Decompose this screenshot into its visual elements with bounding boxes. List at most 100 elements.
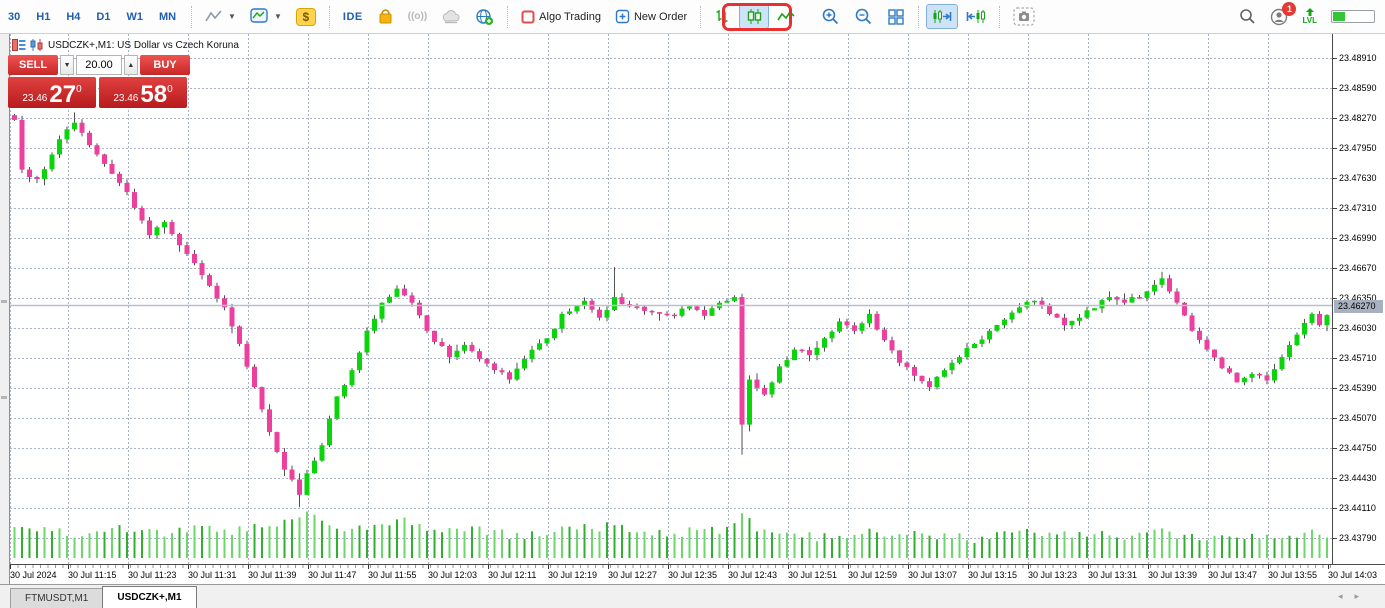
chevron-down-icon: ▼ <box>274 12 282 21</box>
profile-button[interactable]: 1 <box>1270 8 1288 26</box>
zoom-out-icon <box>854 7 873 26</box>
candlestick-chart[interactable] <box>10 34 1332 564</box>
line-chart-mode-button[interactable] <box>771 5 801 29</box>
price-axis-label: 23.47950 <box>1333 143 1377 153</box>
toolbar-separator <box>918 6 919 28</box>
candle-chart-mode-button[interactable] <box>739 4 769 29</box>
lvl-indicator[interactable]: LVL <box>1302 8 1317 25</box>
bar-chart-icon <box>714 8 731 25</box>
tab-ftmusdt-m1[interactable]: FTMUSDT,M1 <box>10 588 103 608</box>
line-studies-button[interactable]: ▼ <box>199 5 242 29</box>
time-axis-label: 30 Jul 13:07 <box>908 570 957 580</box>
time-axis-label: 30 Jul 12:43 <box>728 570 777 580</box>
timeframe-button-w1[interactable]: W1 <box>118 7 151 27</box>
chart-tab-bar: FTMUSDT,M1 USDCZK+,M1 ◂▸ <box>0 584 1385 608</box>
algo-trading-label: Algo Trading <box>539 11 601 23</box>
price-axis-label: 23.46670 <box>1333 263 1377 273</box>
market-button[interactable] <box>371 4 400 29</box>
indicators-button[interactable]: ▼ <box>244 4 288 29</box>
zoom-out-button[interactable] <box>848 3 879 30</box>
battery-fill <box>1333 12 1345 21</box>
signals-button[interactable]: ((o)) <box>402 7 433 26</box>
toolbar-separator <box>700 6 701 28</box>
price-axis-label: 23.48590 <box>1333 83 1377 93</box>
sell-price-tile[interactable]: 23.46 27 0 <box>8 77 96 108</box>
bar-chart-mode-button[interactable] <box>708 4 737 29</box>
chart-type-icon[interactable] <box>30 39 44 51</box>
time-axis-label: 30 Jul 13:23 <box>1028 570 1077 580</box>
auto-scroll-button[interactable] <box>926 4 958 29</box>
timeframe-button-d1[interactable]: D1 <box>88 7 118 27</box>
price-axis-label: 23.46030 <box>1333 323 1377 333</box>
price-axis-label: 23.47630 <box>1333 173 1377 183</box>
zoom-in-button[interactable] <box>815 3 846 30</box>
timeframe-button-mn[interactable]: MN <box>151 7 184 27</box>
timeframe-button-30[interactable]: 30 <box>0 7 28 27</box>
time-axis-label: 30 Jul 11:55 <box>368 570 416 580</box>
volume-decrease-button[interactable]: ▼ <box>60 55 74 75</box>
timeframe-button-h1[interactable]: H1 <box>28 7 58 27</box>
ide-button[interactable]: IDE <box>337 7 369 27</box>
time-axis-label: 30 Jul 14:03 <box>1328 570 1377 580</box>
ide-label: IDE <box>343 11 363 23</box>
time-axis-label: 30 Jul 12:59 <box>848 570 897 580</box>
buy-button[interactable]: BUY <box>140 55 190 75</box>
depth-of-market-icon[interactable] <box>12 39 26 51</box>
price-axis-label: 23.45710 <box>1333 353 1377 363</box>
time-axis-label: 30 Jul 13:55 <box>1268 570 1317 580</box>
tile-windows-button[interactable] <box>881 4 911 30</box>
toolbar-separator <box>329 6 330 28</box>
chart-plot-area[interactable] <box>10 34 1332 564</box>
cloud-icon <box>441 9 461 24</box>
lvl-label: LVL <box>1302 17 1317 25</box>
cloud-button[interactable] <box>435 5 467 28</box>
sell-price-big: 27 <box>49 84 76 106</box>
dollar-icon: $ <box>296 8 316 26</box>
market-bag-icon <box>377 8 394 25</box>
time-axis-label: 30 Jul 12:03 <box>428 570 477 580</box>
chart-shift-button[interactable] <box>960 4 992 29</box>
time-axis-label: 30 Jul 11:39 <box>248 570 296 580</box>
screenshot-button[interactable] <box>1007 3 1041 30</box>
new-order-button[interactable]: New Order <box>609 5 693 28</box>
tab-usdczk-m1[interactable]: USDCZK+,M1 <box>102 586 196 608</box>
vps-icon <box>475 8 494 26</box>
main-toolbar: 30H1H4D1W1MN ▼ ▼ $ IDE ((o)) <box>0 0 1385 34</box>
chart-window: 23.46270 23.4891023.4859023.4827023.4795… <box>10 34 1385 584</box>
chevron-down-icon: ▼ <box>228 12 236 21</box>
price-axis-label: 23.46990 <box>1333 233 1377 243</box>
time-axis-label: 30 Jul 11:23 <box>128 570 176 580</box>
time-axis-label: 30 Jul 2024 <box>10 570 57 580</box>
timeframe-button-h4[interactable]: H4 <box>58 7 88 27</box>
toolbar-separator <box>999 6 1000 28</box>
time-axis[interactable]: 30 Jul 202430 Jul 11:1530 Jul 11:2330 Ju… <box>10 564 1385 584</box>
volume-field[interactable]: 20.00 <box>76 55 121 75</box>
splitter-notch[interactable] <box>1 300 7 303</box>
signals-icon: ((o)) <box>408 11 427 22</box>
sell-price-small: 23.46 <box>22 93 47 104</box>
time-axis-label: 30 Jul 12:19 <box>548 570 597 580</box>
search-icon[interactable] <box>1239 8 1256 25</box>
tile-windows-icon <box>887 8 905 26</box>
toolbar-separator <box>507 6 508 28</box>
shift-begin-icon <box>966 8 986 25</box>
algo-trading-icon <box>521 10 535 24</box>
time-axis-label: 30 Jul 12:35 <box>668 570 717 580</box>
splitter-notch[interactable] <box>1 396 7 399</box>
price-axis-label: 23.47310 <box>1333 203 1377 213</box>
sell-button[interactable]: SELL <box>8 55 58 75</box>
algo-trading-button[interactable]: Algo Trading <box>515 6 607 28</box>
current-price-badge: 23.46270 <box>1334 300 1383 313</box>
time-axis-label: 30 Jul 13:15 <box>968 570 1017 580</box>
price-axis[interactable]: 23.46270 23.4891023.4859023.4827023.4795… <box>1332 34 1385 564</box>
buy-price-tile[interactable]: 23.46 58 0 <box>99 77 187 108</box>
price-axis-label: 23.48270 <box>1333 113 1377 123</box>
symbols-button[interactable]: $ <box>290 4 322 30</box>
time-axis-label: 30 Jul 13:39 <box>1148 570 1197 580</box>
window-left-edge <box>0 34 10 584</box>
vps-button[interactable] <box>469 4 500 30</box>
candle-chart-icon <box>745 8 763 25</box>
volume-increase-button[interactable]: ▲ <box>124 55 138 75</box>
tab-scroll-arrows[interactable]: ◂▸ <box>1338 591 1371 602</box>
time-axis-label: 30 Jul 12:11 <box>488 570 536 580</box>
